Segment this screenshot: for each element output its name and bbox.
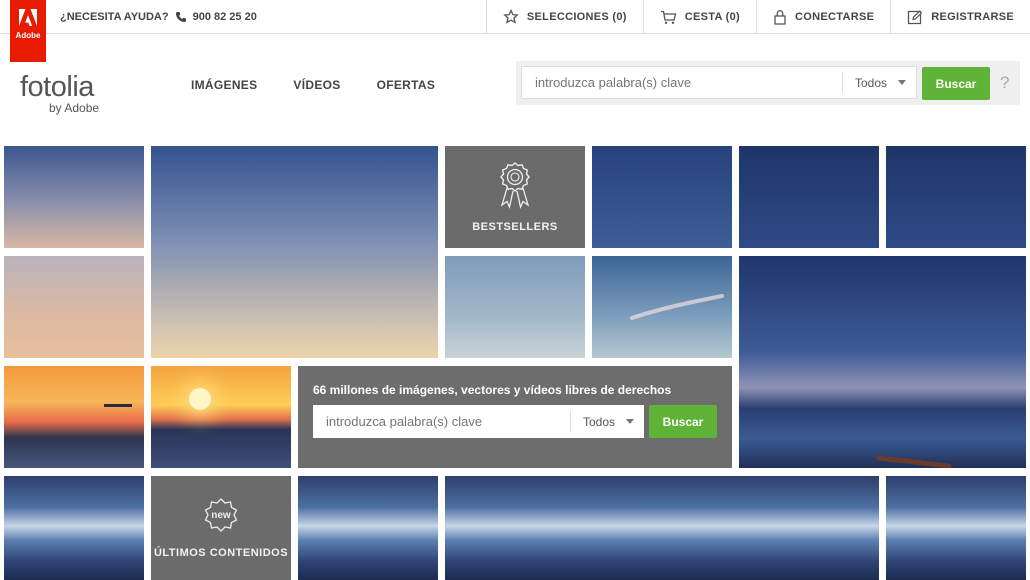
hero-search-box: Todos: [313, 405, 644, 438]
header-search-filter[interactable]: Todos: [842, 72, 916, 93]
header-search-button[interactable]: Buscar: [922, 67, 990, 100]
help-label: ¿NECESITA AYUDA?: [60, 11, 169, 23]
cart-label: CESTA (0): [684, 11, 741, 23]
image-tile[interactable]: [4, 476, 144, 580]
help-icon[interactable]: ?: [1000, 73, 1009, 93]
image-tile[interactable]: [886, 476, 1026, 580]
edit-icon: [908, 10, 923, 25]
image-tile[interactable]: [151, 366, 291, 468]
image-tile[interactable]: [445, 256, 585, 358]
driftwood-graphic: [876, 455, 952, 468]
hero-search-panel: 66 millones de imágenes, vectores y víde…: [298, 366, 732, 468]
help-contact: ¿NECESITA AYUDA? 900 82 25 20: [60, 0, 257, 34]
account-links: SELECCIONES (0) CESTA (0) CONECTARSE REG…: [485, 0, 1030, 34]
fotolia-logo[interactable]: fotolia by Adobe: [20, 72, 99, 114]
logo-wordmark: fotolia: [20, 71, 94, 103]
selections-link[interactable]: SELECCIONES (0): [485, 0, 643, 34]
ship-silhouette: [104, 404, 132, 407]
hero-search-title: 66 millones de imágenes, vectores y víde…: [313, 383, 672, 397]
bestsellers-tile[interactable]: BESTSELLERS: [445, 146, 585, 248]
logo-byline: by Adobe: [49, 101, 100, 115]
nav-videos[interactable]: VÍDEOS: [293, 78, 340, 92]
adobe-logo-icon: [19, 9, 37, 26]
cloud-streak-graphic: [630, 294, 724, 320]
cart-icon: [660, 10, 677, 24]
image-tile[interactable]: [739, 146, 879, 248]
image-tile[interactable]: [886, 146, 1026, 248]
image-tile[interactable]: [4, 146, 144, 248]
image-tile[interactable]: [4, 256, 144, 358]
nav-offers[interactable]: OFERTAS: [377, 78, 436, 92]
hero-search-input[interactable]: [313, 406, 570, 437]
latest-content-label: ÚLTIMOS CONTENIDOS: [153, 547, 289, 559]
image-tile[interactable]: [4, 366, 144, 468]
header-filter-value: Todos: [855, 75, 888, 90]
image-tile[interactable]: [592, 146, 732, 248]
header-search-box: Todos: [521, 66, 917, 99]
image-tile[interactable]: [298, 476, 438, 580]
top-utility-bar: ¿NECESITA AYUDA? 900 82 25 20 SELECCIONE…: [0, 0, 1030, 34]
hero-search-filter[interactable]: Todos: [570, 411, 644, 432]
hero-filter-value: Todos: [583, 414, 616, 429]
chevron-down-icon: [626, 419, 634, 424]
adobe-label: Adobe: [15, 31, 41, 40]
image-tile[interactable]: [445, 476, 879, 580]
image-tile[interactable]: [151, 146, 438, 358]
latest-content-tile[interactable]: new ÚLTIMOS CONTENIDOS: [151, 476, 291, 580]
hero-search-button[interactable]: Buscar: [649, 405, 717, 438]
star-icon: [503, 9, 519, 24]
selections-label: SELECCIONES (0): [526, 11, 627, 23]
register-link[interactable]: REGISTRARSE: [890, 0, 1030, 34]
award-ribbon-icon: [500, 162, 530, 210]
adobe-badge[interactable]: Adobe: [10, 0, 46, 62]
bestsellers-label: BESTSELLERS: [472, 221, 558, 233]
phone-icon: [175, 12, 186, 22]
header-search: Todos Buscar ?: [516, 61, 1020, 105]
login-label: CONECTARSE: [795, 11, 875, 23]
login-link[interactable]: CONECTARSE: [756, 0, 890, 34]
nav-images[interactable]: IMÁGENES: [191, 78, 257, 92]
main-nav: IMÁGENES VÍDEOS OFERTAS: [191, 78, 435, 92]
lock-icon: [774, 10, 786, 25]
chevron-down-icon: [898, 80, 906, 85]
new-badge-icon: new: [204, 498, 238, 532]
sun-graphic: [189, 388, 211, 410]
help-phone[interactable]: 900 82 25 20: [193, 0, 257, 34]
image-tile[interactable]: [592, 256, 732, 358]
image-tile[interactable]: [739, 256, 1026, 468]
register-label: REGISTRARSE: [931, 11, 1014, 23]
cart-link[interactable]: CESTA (0): [642, 0, 756, 34]
header-search-input[interactable]: [522, 67, 842, 98]
new-badge-text: new: [211, 510, 231, 521]
